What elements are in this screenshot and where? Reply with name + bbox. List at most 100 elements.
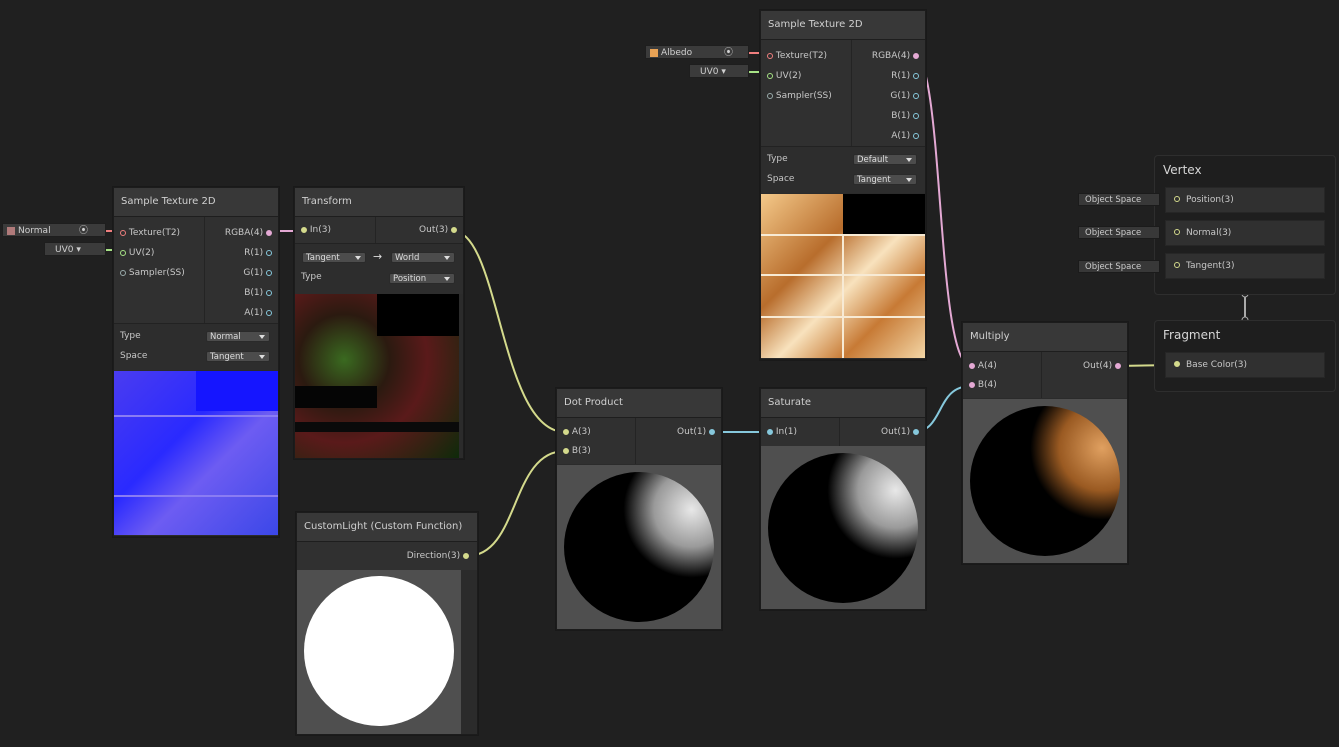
port-a[interactable]: A(1) [891, 128, 919, 144]
port-sampler[interactable]: Sampler(SS) [120, 265, 185, 281]
port-dot-icon [266, 249, 272, 256]
multiply-preview [963, 399, 1127, 563]
tangent-space-field[interactable]: Object Space [1078, 260, 1160, 273]
port-out[interactable]: Out(1) [881, 424, 919, 440]
to-space-dropdown[interactable]: World [391, 252, 455, 263]
sample-texture-normal-node[interactable]: Sample Texture 2D Texture(T2) UV(2) Samp… [113, 187, 279, 537]
vertex-tangent-slot[interactable]: Tangent(3) [1165, 253, 1325, 279]
port-g[interactable]: G(1) [890, 88, 919, 104]
vertex-position-slot[interactable]: Position(3) [1165, 187, 1325, 213]
normal-texture-field[interactable]: Normal ⦿ [2, 223, 106, 237]
dot-product-preview [557, 465, 721, 629]
node-title: Saturate [761, 389, 925, 418]
port-in[interactable]: In(1) [767, 424, 797, 440]
saturate-node[interactable]: Saturate In(1) Out(1) [760, 388, 926, 610]
port-dot-icon [767, 52, 773, 59]
port-r[interactable]: R(1) [891, 68, 919, 84]
normal-space-field[interactable]: Object Space [1078, 226, 1160, 239]
position-space-field[interactable]: Object Space [1078, 193, 1160, 206]
port-in[interactable]: In(3) [301, 222, 331, 238]
port-a[interactable]: A(1) [244, 305, 272, 321]
port-a[interactable]: A(4) [969, 358, 997, 374]
vertex-context[interactable]: Vertex Position(3) Normal(3) Tangent(3) [1154, 155, 1336, 295]
saturate-preview [761, 446, 925, 609]
port-texture[interactable]: Texture(T2) [120, 225, 180, 241]
port-b[interactable]: B(1) [244, 285, 272, 301]
port-b[interactable]: B(1) [891, 108, 919, 124]
arrow-right-icon: → [373, 250, 383, 263]
fragment-title: Fragment [1163, 328, 1221, 342]
normal-uv-field[interactable]: UV0 ▾ [44, 242, 106, 256]
space-dropdown[interactable]: Tangent [853, 174, 917, 185]
type-dropdown[interactable]: Normal [206, 331, 270, 342]
node-title: Sample Texture 2D [761, 11, 925, 40]
port-dot-icon [120, 249, 126, 256]
port-dot-icon [767, 72, 773, 79]
wire-light-to-dot [466, 450, 566, 557]
port-uv[interactable]: UV(2) [767, 68, 801, 84]
custom-light-preview [297, 570, 461, 734]
node-title: Dot Product [557, 389, 721, 418]
fragment-base-color-slot[interactable]: Base Color(3) [1165, 352, 1325, 378]
port-dot-icon [266, 289, 272, 296]
node-title: Transform [295, 188, 463, 217]
port-dot-icon [1174, 196, 1180, 202]
port-texture[interactable]: Texture(T2) [767, 48, 827, 64]
port-dot-icon [1115, 362, 1121, 369]
port-b[interactable]: B(4) [969, 377, 997, 393]
port-g[interactable]: G(1) [243, 265, 272, 281]
port-dot-icon [563, 447, 569, 454]
port-dot-icon [266, 269, 272, 276]
vertex-normal-slot[interactable]: Normal(3) [1165, 220, 1325, 246]
port-dot-icon [913, 72, 919, 79]
custom-light-node[interactable]: CustomLight (Custom Function) Direction(… [296, 512, 478, 735]
wire-transform-to-dot [452, 230, 566, 433]
type-dropdown[interactable]: Default [853, 154, 917, 165]
port-out[interactable]: Out(4) [1083, 358, 1121, 374]
port-dot-icon [463, 552, 469, 559]
port-sampler[interactable]: Sampler(SS) [767, 88, 832, 104]
port-a[interactable]: A(3) [563, 424, 591, 440]
port-dot-icon [913, 132, 919, 139]
transform-node[interactable]: Transform In(3) Out(3) Tangent → World T… [294, 187, 464, 459]
port-b[interactable]: B(3) [563, 443, 591, 459]
port-rgba[interactable]: RGBA(4) [225, 225, 272, 241]
port-dot-icon [563, 428, 569, 435]
space-dropdown[interactable]: Tangent [206, 351, 270, 362]
port-rgba[interactable]: RGBA(4) [872, 48, 919, 64]
multiply-node[interactable]: Multiply A(4) B(4) Out(4) [962, 322, 1128, 564]
texture-thumbnail-icon [7, 226, 15, 235]
port-dot-icon [767, 92, 773, 99]
port-dot-icon [969, 381, 975, 388]
albedo-uv-field[interactable]: UV0 ▾ [689, 64, 749, 78]
port-dot-icon [120, 269, 126, 276]
dot-product-node[interactable]: Dot Product A(3) B(3) Out(1) [556, 388, 722, 630]
port-uv[interactable]: UV(2) [120, 245, 154, 261]
port-dot-icon [913, 112, 919, 119]
fragment-context[interactable]: Fragment Base Color(3) [1154, 320, 1336, 392]
port-dot-icon [709, 428, 715, 435]
port-dot-icon [1174, 361, 1180, 367]
port-dot-icon [1174, 262, 1180, 268]
normal-map-preview [114, 371, 278, 535]
port-dot-icon [120, 229, 126, 236]
vertex-title: Vertex [1163, 163, 1202, 177]
node-title: Sample Texture 2D [114, 188, 278, 217]
node-title: CustomLight (Custom Function) [297, 513, 477, 542]
port-out[interactable]: Out(1) [677, 424, 715, 440]
albedo-texture-field[interactable]: Albedo ⦿ [645, 45, 749, 59]
sample-texture-albedo-node[interactable]: Sample Texture 2D Texture(T2) UV(2) Samp… [760, 10, 926, 360]
port-direction[interactable]: Direction(3) [407, 548, 469, 564]
port-out[interactable]: Out(3) [419, 222, 457, 238]
transform-type-dropdown[interactable]: Position [389, 273, 455, 284]
port-dot-icon [969, 362, 975, 369]
port-dot-icon [266, 229, 272, 236]
port-r[interactable]: R(1) [244, 245, 272, 261]
transform-preview [295, 294, 459, 458]
port-dot-icon [767, 428, 773, 435]
port-dot-icon [266, 309, 272, 316]
from-space-dropdown[interactable]: Tangent [302, 252, 366, 263]
object-picker-icon[interactable]: ⦿ [724, 46, 733, 60]
object-picker-icon[interactable]: ⦿ [79, 224, 88, 238]
port-dot-icon [913, 92, 919, 99]
